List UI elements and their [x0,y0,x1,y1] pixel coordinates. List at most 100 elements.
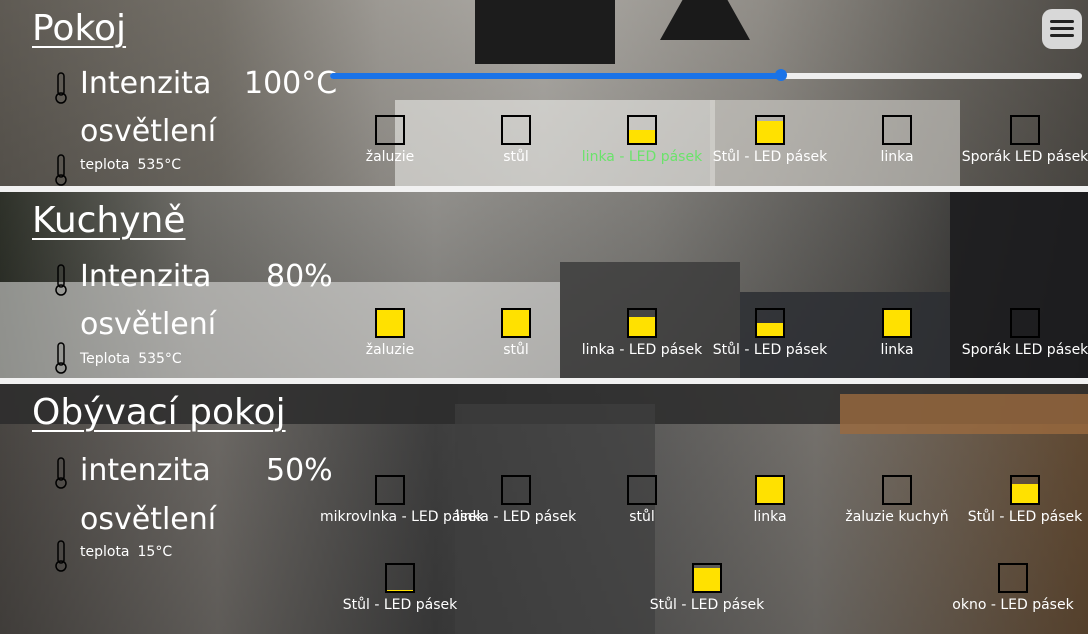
device-label: Stůl - LED pásek [712,342,828,358]
device-checkbox[interactable] [1010,115,1040,145]
device-label: linka [880,342,914,358]
device-level-fill [694,567,720,591]
intensity-value: 100°C [244,66,338,101]
device-toggle[interactable]: žaluzie [320,115,460,165]
device-checkbox[interactable] [501,115,531,145]
device-checkbox[interactable] [755,115,785,145]
device-checkbox[interactable] [882,308,912,338]
slider-handle[interactable] [775,69,788,81]
device-level-fill [387,589,413,591]
temperature-value: 535°C [137,157,182,173]
device-checkbox[interactable] [882,475,912,505]
device-label: Stůl - LED pásek [967,509,1083,525]
intensity-label: Intenzita [80,66,212,101]
device-toggle[interactable]: Sporák LED pásek [955,115,1088,165]
device-label: Sporák LED pásek [961,342,1088,358]
device-label: Stůl - LED pásek [712,149,828,165]
temperature-value: 535°C [138,351,182,367]
device-label: stůl [503,342,529,358]
thermometer-icon [55,457,67,489]
device-toggle[interactable]: stůl [446,115,586,165]
device-toggle[interactable]: Stůl - LED pásek [330,563,470,613]
device-toggle[interactable]: linka [827,115,967,165]
device-checkbox[interactable] [692,563,722,593]
hamburger-line [1050,34,1074,37]
device-toggle[interactable]: mikrovlnka - LED pásek [320,475,485,525]
temperature-readout: teplota 15°C [80,544,180,560]
device-checkbox[interactable] [627,308,657,338]
room-title: Kuchyně [32,200,186,241]
device-label: žaluzie kuchyň [845,509,949,525]
device-checkbox[interactable] [627,475,657,505]
device-toggle[interactable]: Sporák LED pásek [955,308,1088,358]
intensity-label: intenzita [80,453,211,488]
temperature-label: teplota [80,544,130,560]
device-toggle[interactable]: linka - LED pásek [572,115,712,165]
device-level-fill [757,477,783,503]
thermometer-icon [55,154,67,186]
device-level-fill [629,130,655,143]
device-checkbox[interactable] [755,475,785,505]
intensity-label: Intenzita [80,259,212,294]
device-toggle[interactable]: Stůl - LED pásek [637,563,777,613]
device-checkbox[interactable] [1010,475,1040,505]
temperature-readout: Teplota 535°C [80,351,190,367]
device-label: okno - LED pásek [952,597,1074,613]
thermometer-icon [55,264,67,296]
device-toggle[interactable]: Stůl - LED pásek [700,308,840,358]
device-label: žaluzie [365,149,415,165]
device-toggle[interactable]: žaluzie kuchyň [827,475,967,525]
menu-button[interactable] [1042,9,1082,49]
room-title: Obývací pokoj [32,392,286,433]
device-label: stůl [629,509,655,525]
device-toggle[interactable]: stůl [446,308,586,358]
device-checkbox[interactable] [627,115,657,145]
device-toggle[interactable]: Stůl - LED pásek [955,475,1088,525]
device-checkbox[interactable] [501,475,531,505]
intensity-label-2: osvětlení [80,502,217,537]
device-level-fill [757,323,783,336]
hamburger-line [1050,27,1074,30]
device-checkbox[interactable] [375,115,405,145]
thermometer-icon [55,540,67,572]
device-level-fill [629,316,655,336]
device-checkbox[interactable] [501,308,531,338]
device-checkbox[interactable] [375,475,405,505]
temperature-value: 15°C [137,544,173,560]
device-label: linka [753,509,787,525]
device-level-fill [757,120,783,143]
device-toggle[interactable]: okno - LED pásek [943,563,1083,613]
device-label: linka - LED pásek [581,342,703,358]
device-toggle[interactable]: linka - LED pásek [446,475,586,525]
slider-fill [330,73,782,79]
device-toggle[interactable]: stůl [572,475,712,525]
intensity-slider[interactable] [330,69,1082,81]
device-label: mikrovlnka - LED pásek [320,509,485,525]
temperature-readout: teplota 535°C [80,157,189,173]
device-checkbox[interactable] [882,115,912,145]
device-label: Stůl - LED pásek [342,597,458,613]
device-level-fill [884,310,910,336]
device-checkbox[interactable] [385,563,415,593]
device-label: žaluzie [365,342,415,358]
device-toggle[interactable]: linka [827,308,967,358]
room-title: Pokoj [32,8,127,49]
device-label: linka [880,149,914,165]
thermometer-icon [55,72,67,104]
device-toggle[interactable]: Stůl - LED pásek [700,115,840,165]
room-kuchyne: Kuchyně Intenzita 80% osvětlení Teplota 5… [0,192,1088,378]
temperature-label: teplota [80,157,130,173]
device-level-fill [1012,483,1038,503]
device-checkbox[interactable] [755,308,785,338]
device-checkbox[interactable] [1010,308,1040,338]
device-toggle[interactable]: žaluzie [320,308,460,358]
intensity-label-2: osvětlení [80,307,217,342]
device-checkbox[interactable] [998,563,1028,593]
device-toggle[interactable]: linka - LED pásek [572,308,712,358]
device-toggle[interactable]: linka [700,475,840,525]
device-level-fill [503,310,529,336]
intensity-label-2: osvětlení [80,114,217,149]
room-pokoj: Pokoj Intenzita 100°C osvětlení teplota 5… [0,0,1088,186]
device-label: linka - LED pásek [455,509,577,525]
device-checkbox[interactable] [375,308,405,338]
